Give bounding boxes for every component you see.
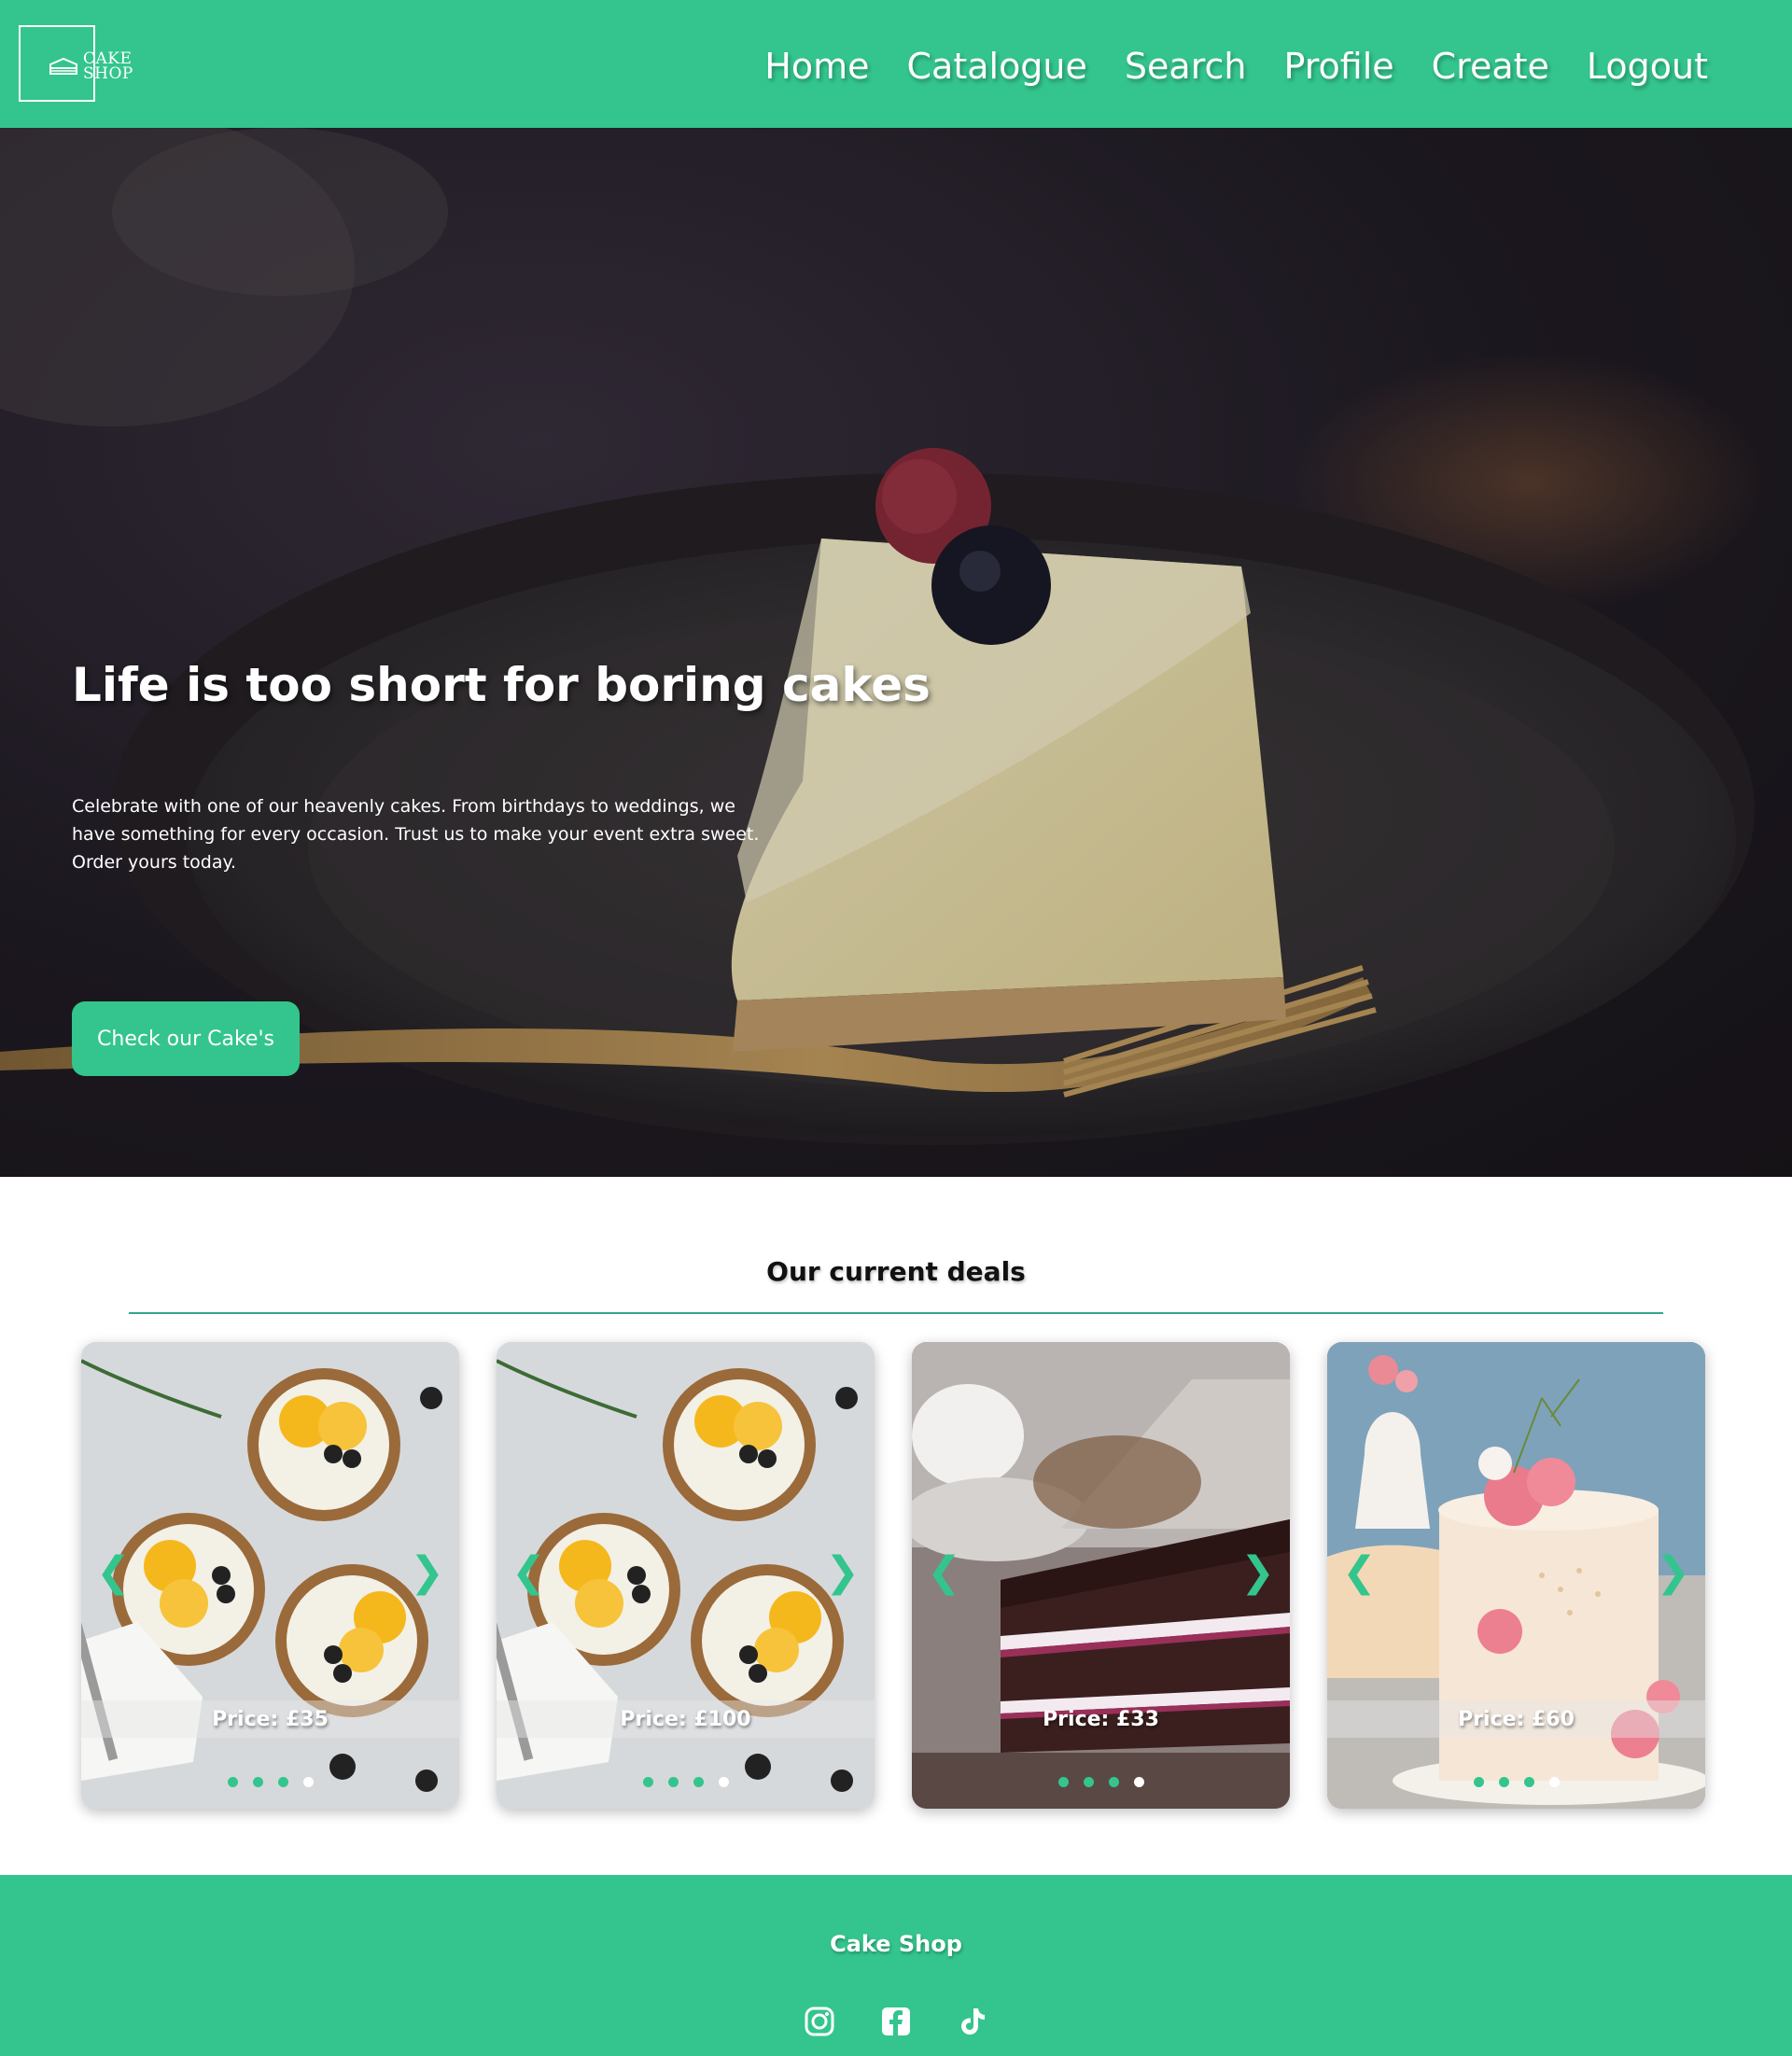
cake-icon: [49, 57, 77, 75]
check-cakes-button[interactable]: Check our Cake's: [72, 1001, 300, 1076]
logo[interactable]: CAKE SHOP: [19, 25, 133, 102]
price-label: Price: £100: [497, 1700, 875, 1738]
chevron-right-icon[interactable]: ❯: [825, 1552, 860, 1593]
footer-title: Cake Shop: [830, 1931, 962, 1957]
chevron-left-icon[interactable]: ❮: [511, 1552, 546, 1593]
carousel-dot-active[interactable]: [1548, 1777, 1560, 1787]
hero-banner: Life is too short for boring cakes Celeb…: [0, 128, 1792, 1177]
deal-card[interactable]: ❮ ❯ Price: £60: [1327, 1342, 1705, 1809]
nav-create[interactable]: Create: [1432, 43, 1549, 90]
nav-logout[interactable]: Logout: [1587, 43, 1708, 90]
chevron-left-icon[interactable]: ❮: [96, 1552, 131, 1593]
carousel-dot-active[interactable]: [1133, 1777, 1144, 1787]
carousel-dots: [497, 1777, 875, 1788]
carousel-dot[interactable]: [1523, 1777, 1534, 1787]
divider: [129, 1312, 1663, 1314]
carousel-dot[interactable]: [252, 1777, 263, 1787]
chocolate-cake-image: [912, 1342, 1290, 1809]
nav-home[interactable]: Home: [764, 43, 869, 90]
chevron-right-icon[interactable]: ❯: [1240, 1552, 1275, 1593]
price-label: Price: £60: [1327, 1700, 1705, 1738]
logo-line-2: SHOP: [83, 64, 133, 83]
chevron-left-icon[interactable]: ❮: [1342, 1552, 1377, 1593]
price-label: Price: £33: [1043, 1707, 1159, 1731]
deal-card[interactable]: ❮ ❯ Price: £33: [912, 1342, 1290, 1809]
carousel-dot[interactable]: [227, 1777, 238, 1787]
nav-profile[interactable]: Profile: [1283, 43, 1393, 90]
chevron-right-icon[interactable]: ❯: [1656, 1552, 1690, 1593]
carousel-dot[interactable]: [693, 1777, 704, 1787]
carousel-dot[interactable]: [642, 1777, 653, 1787]
carousel-dot-active[interactable]: [718, 1777, 729, 1787]
site-footer: Cake Shop: [0, 1875, 1792, 2056]
chevron-right-icon[interactable]: ❯: [410, 1552, 444, 1593]
carousel-dot[interactable]: [667, 1777, 679, 1787]
carousel-dots: [81, 1777, 459, 1788]
social-links: [0, 2006, 1792, 2037]
fruit-tarts-image: [497, 1342, 875, 1809]
carousel-dot[interactable]: [1473, 1777, 1484, 1787]
fruit-tarts-image: [81, 1342, 459, 1809]
carousel-dot[interactable]: [1083, 1777, 1094, 1787]
carousel-dots: [1327, 1777, 1705, 1788]
nav-catalogue[interactable]: Catalogue: [907, 43, 1087, 90]
deals-cards: ❮ ❯ Price: £35 ❮ ❯ Price: £100 ❮ ❯ Price…: [81, 1342, 1705, 1809]
carousel-dot[interactable]: [277, 1777, 288, 1787]
floral-cake-image: [1327, 1342, 1705, 1809]
deal-card[interactable]: ❮ ❯ Price: £35: [81, 1342, 459, 1809]
hero-title: Life is too short for boring cakes: [72, 658, 931, 712]
tiktok-icon[interactable]: [957, 2006, 988, 2037]
deal-card[interactable]: ❮ ❯ Price: £100: [497, 1342, 875, 1809]
hero-description: Celebrate with one of our heavenly cakes…: [72, 796, 760, 873]
carousel-dots: [912, 1777, 1290, 1788]
facebook-icon[interactable]: [880, 2006, 912, 2037]
carousel-dot[interactable]: [1498, 1777, 1509, 1787]
logo-text: CAKE SHOP: [83, 51, 133, 83]
price-label: Price: £35: [81, 1700, 459, 1738]
site-header: CAKE SHOP Home Catalogue Search Profile …: [0, 0, 1792, 128]
main-nav: Home Catalogue Search Profile Create Log…: [764, 43, 1708, 90]
nav-search[interactable]: Search: [1125, 43, 1247, 90]
carousel-dot-active[interactable]: [302, 1777, 314, 1787]
carousel-dot[interactable]: [1108, 1777, 1119, 1787]
carousel-dot[interactable]: [1057, 1777, 1069, 1787]
instagram-icon[interactable]: [804, 2006, 835, 2037]
chevron-left-icon[interactable]: ❮: [927, 1552, 961, 1593]
deals-title: Our current deals: [766, 1256, 1026, 1287]
